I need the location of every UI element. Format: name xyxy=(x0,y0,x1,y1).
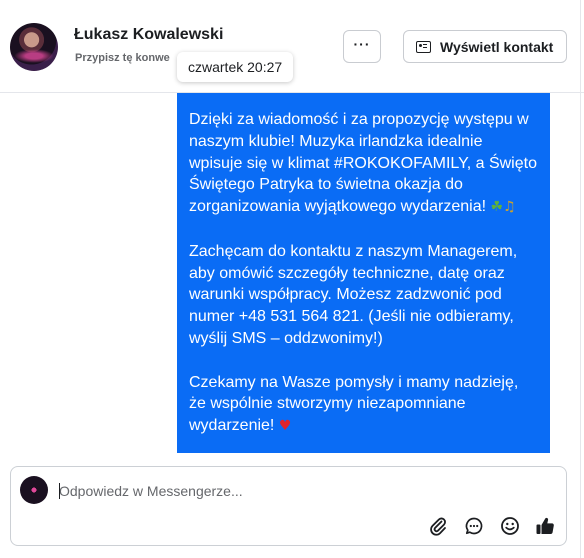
message-bubble[interactable]: Dzięki za wiadomość i za propozycję wyst… xyxy=(177,93,550,453)
heart-icon: ♥ xyxy=(278,418,292,435)
message-paragraph-1: Dzięki za wiadomość i za propozycję wyst… xyxy=(189,109,538,219)
view-contact-label: Wyświetl kontakt xyxy=(440,38,554,55)
more-options-button[interactable]: ··· xyxy=(343,30,381,63)
scroll-edge xyxy=(580,0,581,558)
pin-conversation-link[interactable]: Przypisz tę konwe xyxy=(75,52,170,64)
text-cursor xyxy=(59,483,60,499)
contact-avatar[interactable] xyxy=(10,23,58,71)
smiley-icon[interactable] xyxy=(499,515,521,537)
messenger-conversation: Łukasz Kowalewski Przypisz tę konwe ··· … xyxy=(0,0,584,558)
contact-name[interactable]: Łukasz Kowalewski xyxy=(74,26,223,44)
sender-avatar xyxy=(20,476,48,504)
message-paragraph-3: Czekamy na Wasze pomysły i mamy nadzieję… xyxy=(189,372,538,438)
contact-card-icon xyxy=(416,40,431,53)
chat-bubble-icon[interactable] xyxy=(463,515,485,537)
avatar-light xyxy=(14,49,54,63)
view-contact-button[interactable]: Wyświetl kontakt xyxy=(403,30,567,63)
reply-composer xyxy=(10,466,567,546)
reply-input[interactable] xyxy=(59,481,539,501)
paperclip-icon[interactable] xyxy=(427,515,449,537)
conversation-header: Łukasz Kowalewski Przypisz tę konwe ··· … xyxy=(0,0,584,93)
message-paragraph-2: Zachęcam do kontaktu z naszym Managerem,… xyxy=(189,242,518,347)
timestamp-tooltip: czwartek 20:27 xyxy=(177,52,294,82)
shamrock-icon: ☘ xyxy=(490,199,504,216)
message-paragraph-3-text: Czekamy na Wasze pomysły i mamy nadzieję… xyxy=(189,373,519,435)
music-notes-icon: ♫ xyxy=(503,199,516,216)
thumbs-up-icon[interactable] xyxy=(534,515,556,537)
message-paragraph-1-text: Dzięki za wiadomość i za propozycję wyst… xyxy=(189,111,537,216)
ellipsis-icon: ··· xyxy=(353,36,371,52)
